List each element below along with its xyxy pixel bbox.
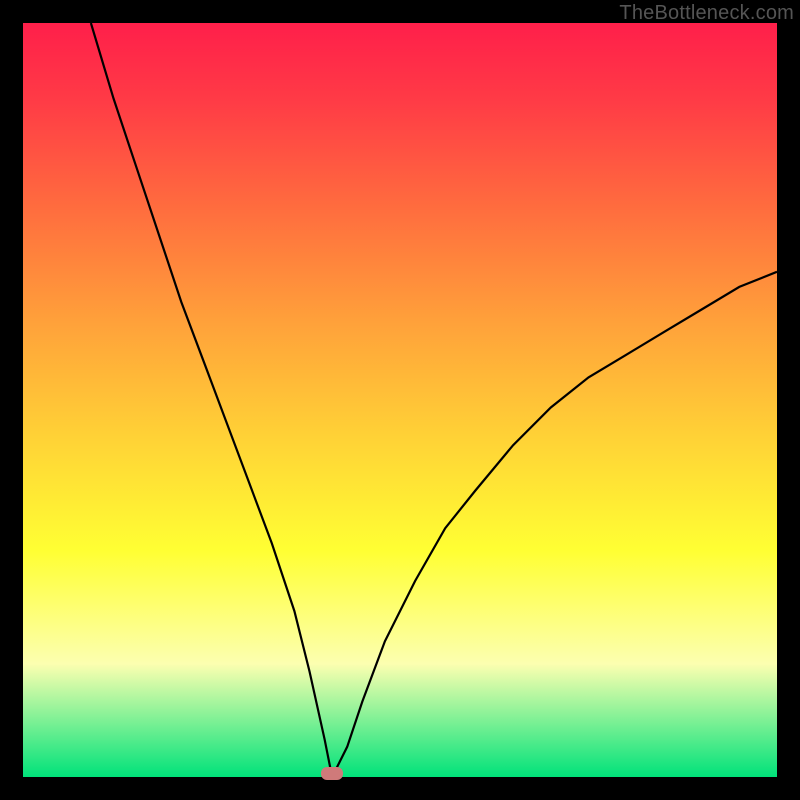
- watermark-text: TheBottleneck.com: [619, 2, 794, 25]
- optimum-marker: [321, 767, 343, 780]
- curve-path: [91, 23, 777, 777]
- chart-plot-area: [23, 23, 777, 777]
- bottleneck-curve: [23, 23, 777, 777]
